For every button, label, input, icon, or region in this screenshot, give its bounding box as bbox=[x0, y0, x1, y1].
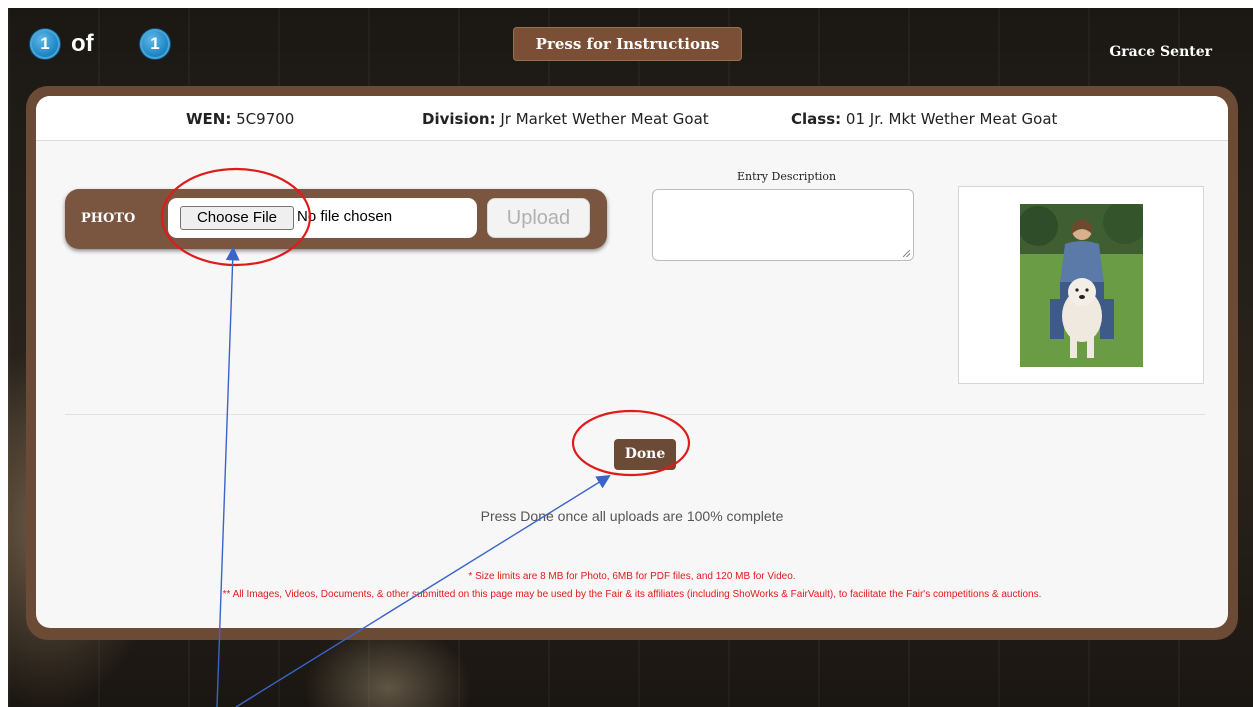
upload-button[interactable]: Upload bbox=[487, 198, 590, 238]
division-field: Division: Jr Market Wether Meat Goat bbox=[422, 110, 709, 128]
resize-grip-icon[interactable] bbox=[903, 250, 910, 257]
photo-preview-frame bbox=[958, 186, 1204, 384]
total-entries-badge: 1 bbox=[140, 29, 170, 59]
entry-frame: WEN: 5C9700 Division: Jr Market Wether M… bbox=[26, 86, 1238, 640]
class-value: 01 Jr. Mkt Wether Meat Goat bbox=[845, 110, 1058, 128]
file-input[interactable]: Choose File No file chosen bbox=[168, 198, 477, 238]
done-button[interactable]: Done bbox=[614, 439, 676, 470]
class-field: Class: 01 Jr. Mkt Wether Meat Goat bbox=[791, 110, 1057, 128]
of-label: of bbox=[71, 30, 94, 57]
entry-photo bbox=[1020, 204, 1143, 367]
photo-label: PHOTO bbox=[81, 211, 136, 226]
wen-value: 5C9700 bbox=[236, 110, 295, 128]
division-value: Jr Market Wether Meat Goat bbox=[500, 110, 709, 128]
user-name: Grace Senter bbox=[1109, 44, 1212, 60]
section-divider bbox=[65, 414, 1205, 415]
usage-note: ** All Images, Videos, Documents, & othe… bbox=[222, 589, 1042, 600]
wen-label: WEN: bbox=[186, 110, 232, 128]
division-label: Division: bbox=[422, 110, 496, 128]
file-status: No file chosen bbox=[297, 208, 393, 225]
choose-file-button[interactable]: Choose File bbox=[180, 206, 294, 230]
entry-photo-image bbox=[1020, 204, 1143, 367]
done-note: Press Done once all uploads are 100% com… bbox=[480, 508, 784, 524]
entry-description-input[interactable] bbox=[652, 189, 914, 261]
entry-description-label: Entry Description bbox=[737, 170, 837, 183]
wen-field: WEN: 5C9700 bbox=[186, 110, 294, 128]
entry-panel: WEN: 5C9700 Division: Jr Market Wether M… bbox=[36, 96, 1228, 628]
current-entry-badge: 1 bbox=[30, 29, 60, 59]
app-screen: 1 of 1 Press for Instructions Grace Sent… bbox=[8, 8, 1253, 707]
size-limits-note: * Size limits are 8 MB for Photo, 6MB fo… bbox=[468, 571, 796, 582]
class-label: Class: bbox=[791, 110, 842, 128]
instructions-button[interactable]: Press for Instructions bbox=[513, 27, 742, 61]
photo-upload-box: PHOTO Choose File No file chosen Upload bbox=[65, 189, 607, 249]
entry-header: WEN: 5C9700 Division: Jr Market Wether M… bbox=[36, 96, 1228, 141]
